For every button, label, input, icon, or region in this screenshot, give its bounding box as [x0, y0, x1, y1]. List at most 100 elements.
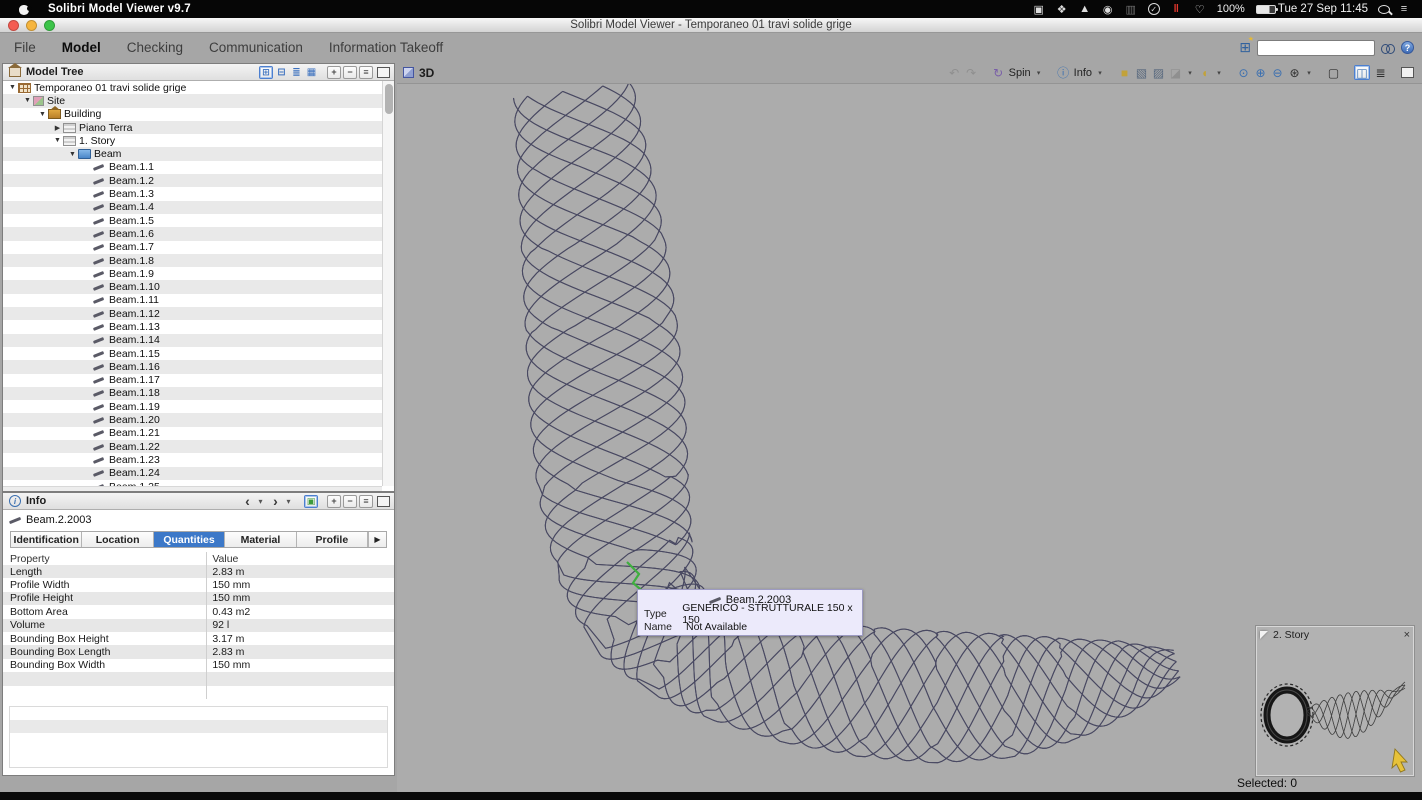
scrollbar-thumb[interactable] [385, 84, 393, 114]
tree-flat-icon[interactable]: ⊟ [275, 66, 288, 79]
tree-item[interactable]: Beam.1.22 [3, 440, 382, 453]
tree-item[interactable]: Beam.1.9 [3, 267, 382, 280]
fit-view-icon[interactable]: ◫ [1354, 65, 1370, 80]
redo-icon[interactable]: ↷ [965, 66, 978, 80]
tree-item[interactable]: Beam.1.8 [3, 254, 382, 267]
close-icon[interactable]: × [1404, 630, 1410, 640]
section-icon[interactable]: ◪ [1169, 66, 1182, 80]
collapse-all-icon[interactable]: − [343, 495, 357, 508]
presentation-icon[interactable]: ≣ [1374, 66, 1387, 80]
section-menu-icon[interactable]: ▾ [1186, 69, 1194, 77]
menubar-clock[interactable]: Tue 27 Sep 11:45 [1278, 3, 1368, 15]
menu-item[interactable]: Information Takeoff [329, 40, 443, 55]
grid-view-icon[interactable]: ▦ [305, 66, 318, 79]
panel-header-icon[interactable] [297, 495, 302, 508]
tree-item[interactable]: Beam.1.12 [3, 307, 382, 320]
tree-item[interactable]: Building [3, 108, 382, 121]
task-check-icon[interactable]: ✓ [1148, 3, 1160, 15]
panel-header-icon[interactable] [320, 66, 325, 79]
tree-item[interactable]: Beam.1.24 [3, 467, 382, 480]
info-tab[interactable]: Location [82, 532, 153, 547]
menu-item[interactable]: Communication [209, 40, 303, 55]
tree-item[interactable]: 1. Story [3, 134, 382, 147]
search-input[interactable] [1257, 40, 1375, 56]
forward-icon[interactable]: › [269, 495, 282, 508]
apple-menu-icon[interactable] [18, 3, 30, 15]
launcher-icon[interactable]: ◉ [1102, 3, 1114, 16]
spin-icon[interactable]: ↻ [992, 66, 1005, 80]
layers-icon[interactable]: ≣ [290, 66, 303, 79]
tree-item[interactable]: Beam.1.1 [3, 161, 382, 174]
zoom-key-icon[interactable]: ⊛ [1288, 66, 1301, 80]
tree-item[interactable]: Beam.1.11 [3, 294, 382, 307]
notification-center-icon[interactable]: ≡ [1398, 3, 1410, 15]
solid-view-icon[interactable]: ■ [1118, 66, 1131, 80]
menubar-app-name[interactable]: Solibri Model Viewer v9.7 [48, 3, 191, 15]
tree-item[interactable]: Beam.1.4 [3, 201, 382, 214]
zoom-menu-icon[interactable]: ▾ [1305, 69, 1313, 77]
expand-all-icon[interactable]: + [327, 66, 341, 79]
help-icon[interactable]: ? [1401, 41, 1414, 54]
dropbox-icon[interactable]: ❖ [1056, 3, 1068, 16]
list-mode-icon[interactable]: ≡ [359, 495, 373, 508]
back-icon[interactable]: ‹ [241, 495, 254, 508]
expand-all-icon[interactable]: + [327, 495, 341, 508]
zoom-in-icon[interactable]: ⊕ [1254, 66, 1267, 80]
info-label[interactable]: Info [1074, 67, 1092, 79]
battery-icon[interactable] [1256, 5, 1276, 14]
more-tabs-button[interactable]: ▶ [368, 532, 386, 547]
tree-item[interactable]: Beam.1.14 [3, 334, 382, 347]
tree-item[interactable]: Beam.1.5 [3, 214, 382, 227]
pause-icon[interactable]: ‖ [1171, 3, 1183, 15]
tree-item[interactable]: Beam.1.3 [3, 187, 382, 200]
story-preview-panel[interactable]: 2. Story × [1256, 626, 1414, 776]
back-menu-icon[interactable]: ▾ [254, 495, 267, 508]
new-window-icon[interactable]: ⊞ [1239, 39, 1251, 56]
tree-item[interactable]: Beam.1.6 [3, 227, 382, 240]
tree-item[interactable]: Piano Terra [3, 121, 382, 134]
info-tab[interactable]: Profile [297, 532, 368, 547]
menu-item[interactable]: Model [62, 40, 101, 55]
tree-item[interactable]: Beam.1.16 [3, 360, 382, 373]
maximize-icon[interactable] [1401, 67, 1414, 78]
spin-menu-icon[interactable]: ▾ [1035, 69, 1043, 77]
zoom-out-icon[interactable]: ⊖ [1271, 66, 1284, 80]
maximize-icon[interactable] [377, 496, 390, 507]
info-tab[interactable]: Quantities [154, 532, 225, 547]
undo-icon[interactable]: ↶ [948, 66, 961, 80]
model-tree-scrollbar[interactable] [382, 81, 394, 486]
column-property[interactable]: Property [3, 553, 206, 565]
tree-item[interactable]: Beam [3, 147, 382, 160]
info-tab[interactable]: Material [225, 532, 296, 547]
tree-item[interactable]: Beam.1.7 [3, 241, 382, 254]
tree-item[interactable]: Beam.1.18 [3, 387, 382, 400]
forward-menu-icon[interactable]: ▾ [282, 495, 295, 508]
disclosure-arrow-icon[interactable] [67, 151, 78, 158]
menu-item[interactable]: File [14, 40, 36, 55]
viewport-3d[interactable]: 3D ↶↷↻Spin▾ⓘInfo▾■▧▨◪▾◖▾⊙⊕⊖⊛▾▢◫≣ Beam.2.… [397, 62, 1422, 792]
tree-item[interactable]: Beam.1.13 [3, 320, 382, 333]
display-icon[interactable]: ▣ [1033, 3, 1045, 16]
clip-box-icon[interactable]: ▢ [1327, 66, 1340, 80]
column-value[interactable]: Value [206, 552, 394, 565]
tree-item[interactable]: Beam.1.2 [3, 174, 382, 187]
tree-item[interactable]: Beam.1.17 [3, 374, 382, 387]
tree-hierarchy-icon[interactable]: ⊞ [259, 66, 273, 79]
disclosure-arrow-icon[interactable] [22, 97, 33, 104]
disclosure-arrow-icon[interactable] [52, 137, 63, 144]
info-menu-icon[interactable]: ▾ [1096, 69, 1104, 77]
columns-icon[interactable]: ▥ [1125, 3, 1137, 16]
hidden-line-view-icon[interactable]: ▨ [1152, 66, 1165, 80]
disclosure-arrow-icon[interactable] [37, 111, 48, 118]
walk-menu-icon[interactable]: ▾ [1215, 69, 1223, 77]
shape-icon[interactable]: ♡ [1194, 3, 1206, 16]
tree-item[interactable]: Beam.1.15 [3, 347, 382, 360]
collapse-all-icon[interactable]: − [343, 66, 357, 79]
walk-icon[interactable]: ◖ [1198, 66, 1211, 80]
tree-item[interactable]: Beam.1.10 [3, 280, 382, 293]
info-mode-icon[interactable]: ⓘ [1057, 64, 1070, 81]
battery-percent[interactable]: 100% [1217, 3, 1245, 15]
spotlight-search-icon[interactable] [1378, 5, 1390, 14]
list-mode-icon[interactable]: ≡ [359, 66, 373, 79]
tree-item[interactable]: Beam.1.21 [3, 427, 382, 440]
